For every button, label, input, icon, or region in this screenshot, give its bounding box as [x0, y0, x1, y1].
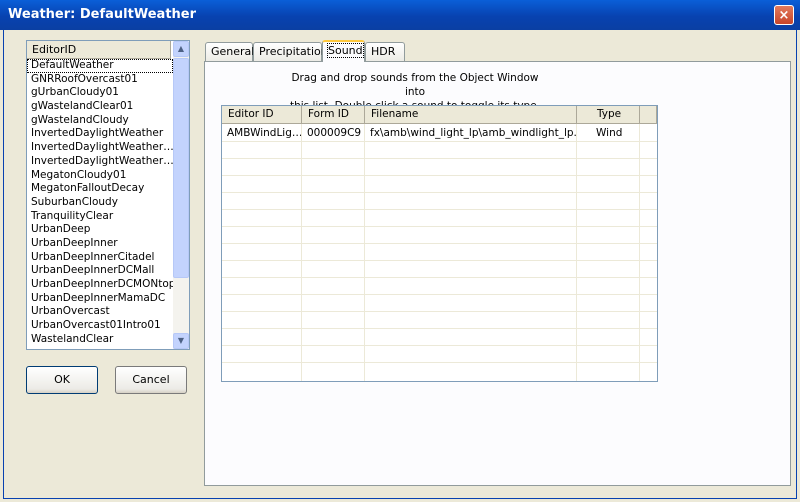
- cell-editor-id: AMBWindLig…: [227, 127, 301, 139]
- grid-divider: [222, 209, 657, 210]
- list-item[interactable]: UrbanDeep: [27, 223, 173, 237]
- grid-divider: [222, 192, 657, 193]
- tab-precipitation[interactable]: Precipitation: [253, 42, 328, 61]
- grid-divider: [222, 260, 657, 261]
- tab-hdr[interactable]: HDR: [365, 42, 405, 61]
- close-icon: ×: [778, 8, 790, 23]
- list-item[interactable]: gWastelandCloudy: [27, 114, 173, 128]
- grid-divider: [301, 124, 302, 381]
- column-header-type[interactable]: Type: [577, 106, 640, 124]
- column-header-form-id[interactable]: Form ID: [302, 106, 365, 124]
- cell-type: Wind: [596, 127, 623, 139]
- editor-id-rows: DefaultWeather GNRRoofOvercast01 gUrbanC…: [27, 59, 173, 346]
- list-item[interactable]: UrbanOvercast: [27, 305, 173, 319]
- list-item[interactable]: gUrbanCloudy01: [27, 86, 173, 100]
- title-bar[interactable]: Weather: DefaultWeather ×: [0, 0, 800, 30]
- grid-divider: [222, 141, 657, 142]
- sound-list[interactable]: Editor ID Form ID Filename Type AMBWindL…: [221, 105, 658, 382]
- list-item[interactable]: MegatonCloudy01: [27, 169, 173, 183]
- scroll-up-button[interactable]: ▲: [173, 41, 189, 57]
- chevron-down-icon: ▼: [177, 336, 185, 345]
- grid-divider: [639, 124, 640, 381]
- tab-sound[interactable]: Sound: [322, 40, 365, 62]
- grid-divider: [222, 175, 657, 176]
- chevron-up-icon: ▲: [177, 44, 185, 53]
- ok-button[interactable]: OK: [26, 366, 98, 394]
- scroll-thumb[interactable]: [173, 58, 189, 278]
- column-header-editor-id[interactable]: Editor ID: [222, 106, 302, 124]
- list-item[interactable]: gWastelandClear01: [27, 100, 173, 114]
- grid-divider: [222, 328, 657, 329]
- tab-general[interactable]: General: [205, 42, 255, 61]
- list-item[interactable]: UrbanDeepInnerCitadel: [27, 251, 173, 265]
- editor-list-scrollbar[interactable]: ▲ ▼: [173, 41, 189, 349]
- list-item[interactable]: UrbanDeepInnerDCMall: [27, 264, 173, 278]
- grid-divider: [576, 124, 577, 381]
- list-item[interactable]: UrbanDeepInnerDCMONtop: [27, 278, 173, 292]
- list-item[interactable]: WastelandClear: [27, 333, 173, 347]
- close-button[interactable]: ×: [774, 5, 794, 25]
- instruction-line: Drag and drop sounds from the Object Win…: [291, 72, 539, 98]
- cancel-button[interactable]: Cancel: [115, 366, 187, 394]
- list-item[interactable]: UrbanOvercast01Intro01: [27, 319, 173, 333]
- list-item[interactable]: TranquilityClear: [27, 210, 173, 224]
- list-item[interactable]: GNRRoofOvercast01: [27, 73, 173, 87]
- list-item[interactable]: InvertedDaylightWeather: [27, 127, 173, 141]
- list-item[interactable]: MegatonFalloutDecay: [27, 182, 173, 196]
- grid-divider: [222, 311, 657, 312]
- list-item[interactable]: DefaultWeather: [27, 59, 173, 73]
- window-title: Weather: DefaultWeather: [8, 7, 197, 22]
- grid-divider: [222, 294, 657, 295]
- cell-filename: fx\amb\wind_light_lp\amb_windlight_lp.…: [370, 127, 576, 139]
- scroll-down-button[interactable]: ▼: [173, 333, 189, 349]
- grid-divider: [222, 362, 657, 363]
- list-item[interactable]: SuburbanCloudy: [27, 196, 173, 210]
- editor-id-list[interactable]: EditorID DefaultWeather GNRRoofOvercast0…: [26, 40, 190, 350]
- tab-label: Precipitation: [259, 45, 328, 58]
- column-header-filler: [640, 106, 657, 124]
- tab-label: General: [211, 45, 255, 58]
- editor-id-column-header[interactable]: EditorID: [27, 41, 171, 59]
- grid-divider: [222, 345, 657, 346]
- grid-divider: [222, 277, 657, 278]
- list-item[interactable]: UrbanDeepInner: [27, 237, 173, 251]
- grid-divider: [364, 124, 365, 381]
- tab-label: Sound: [327, 43, 364, 58]
- grid-divider: [222, 226, 657, 227]
- list-item[interactable]: InvertedDaylightWeather…: [27, 155, 173, 169]
- column-header-filename[interactable]: Filename: [365, 106, 577, 124]
- grid-divider: [222, 243, 657, 244]
- grid-divider: [222, 158, 657, 159]
- list-item[interactable]: InvertedDaylightWeather…: [27, 141, 173, 155]
- tab-label: HDR: [371, 45, 396, 58]
- list-item[interactable]: UrbanDeepInnerMamaDC: [27, 292, 173, 306]
- cell-form-id: 000009C9: [307, 127, 362, 139]
